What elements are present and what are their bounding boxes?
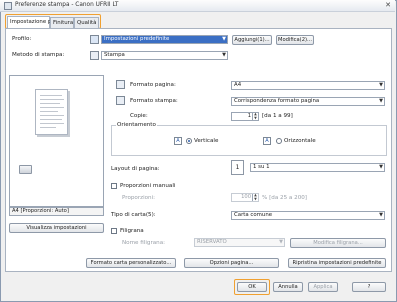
apply-button[interactable]: Applica (308, 282, 338, 292)
ok-highlight-frame (234, 279, 270, 295)
scaling-label: Proporzioni: (122, 195, 156, 201)
printer-app-icon (4, 2, 12, 10)
watermark-name-select[interactable]: RISERVATO ▼ (194, 238, 285, 247)
preview-text-line (40, 127, 56, 128)
chevron-down-icon: ▼ (379, 212, 383, 218)
copies-value: 1 (247, 113, 251, 119)
chevron-down-icon: ▼ (222, 36, 226, 42)
copies-stepper[interactable]: 1 ▲ ▼ (231, 112, 259, 121)
scaling-range: % [da 25 a 200] (262, 195, 307, 201)
output-method-select[interactable]: Stampa ▼ (101, 51, 228, 60)
printer-icon (19, 165, 32, 174)
custom-paper-size-button[interactable]: Formato carta personalizzato... (86, 258, 176, 268)
scaling-value: 100 (241, 194, 251, 200)
watermark-name-value: RISERVATO (197, 239, 227, 245)
page-layout-value: 1 su 1 (253, 164, 270, 170)
view-settings-button[interactable]: Visualizza impostazioni (9, 223, 104, 233)
stepper-arrows-icon[interactable]: ▲ ▼ (252, 112, 258, 120)
profile-select-value: Impostazioni predefinite (104, 36, 170, 42)
portrait-icon: A (174, 137, 182, 145)
landscape-radio[interactable] (276, 138, 282, 144)
preview-caption: A4 [Proporzioni: Auto] (9, 207, 104, 216)
window-title: Preferenze stampa - Canon UFRII LT (15, 2, 119, 8)
manual-scaling-label: Proporzioni manuali (120, 183, 176, 189)
manual-scaling-checkbox[interactable] (111, 183, 117, 189)
paper-type-label: Tipo di carta(5): (111, 212, 156, 218)
page-layout-select[interactable]: 1 su 1 ▼ (250, 163, 385, 172)
preview-text-line (40, 123, 64, 124)
paper-type-value: Carta comune (234, 212, 273, 218)
output-method-value: Stampa (104, 52, 125, 58)
chevron-down-icon: ▼ (379, 98, 383, 104)
print-icon (90, 51, 99, 60)
preview-text-line (40, 99, 64, 100)
profile-icon (90, 35, 99, 44)
landscape-icon: A (263, 137, 271, 145)
preview-text-line (40, 95, 62, 96)
page-size-select[interactable]: A4 ▼ (231, 81, 385, 90)
paper-type-select[interactable]: Carta comune ▼ (231, 211, 385, 220)
output-size-value: Corrispondenza formato pagina (234, 98, 320, 104)
page-layout-label: Layout di pagina: (111, 166, 160, 172)
chevron-down-icon: ▼ (379, 164, 383, 170)
preview-text-line (40, 115, 64, 116)
watermark-label: Filigrana (120, 228, 144, 234)
help-button[interactable]: ? (352, 282, 386, 292)
tabs-highlight-frame (5, 14, 101, 29)
preview-paper-image (35, 89, 68, 135)
watermark-name-label: Nome filigrana: (122, 240, 166, 246)
profile-label: Profilo: (12, 36, 32, 42)
orientation-group (111, 125, 387, 156)
orientation-label: Orientamento (116, 122, 157, 128)
chevron-down-icon: ▼ (279, 239, 283, 245)
portrait-radio[interactable] (186, 138, 192, 144)
page-options-button[interactable]: Opzioni pagina... (184, 258, 279, 268)
cancel-button[interactable]: Annulla (273, 282, 303, 292)
close-icon[interactable]: ✕ (383, 1, 393, 10)
preview-text-line (40, 119, 62, 120)
page-layout-icon: 1 (231, 160, 244, 175)
page-size-icon (116, 80, 125, 89)
scaling-stepper[interactable]: 100 ▲ ▼ (231, 193, 259, 202)
chevron-down-icon: ▼ (379, 82, 383, 88)
modify-profile-button[interactable]: Modifica(2)... (276, 35, 314, 45)
output-method-label: Metodo di stampa: (12, 52, 65, 58)
restore-defaults-button[interactable]: Ripristina impostazioni predefinite (288, 258, 386, 268)
landscape-label: Orizzontale (284, 138, 316, 144)
chevron-down-icon: ▼ (222, 52, 226, 58)
preview-text-line (40, 103, 60, 104)
preview-text-line (40, 111, 58, 112)
edit-watermark-button[interactable]: Modifica filigrana... (290, 238, 386, 248)
output-size-icon (116, 96, 125, 105)
output-size-select[interactable]: Corrispondenza formato pagina ▼ (231, 97, 385, 106)
copies-label: Copie: (130, 113, 148, 119)
profile-select[interactable]: Impostazioni predefinite ▼ (101, 35, 228, 44)
copies-range: [da 1 a 99] (262, 113, 293, 119)
stepper-arrows-icon[interactable]: ▲ ▼ (252, 193, 258, 201)
add-profile-button[interactable]: Aggiungi(1)... (232, 35, 272, 45)
preview-text-line (40, 107, 64, 108)
output-size-label: Formato stampa: (130, 98, 178, 104)
watermark-checkbox[interactable] (111, 228, 117, 234)
portrait-label: Verticale (194, 138, 219, 144)
page-size-label: Formato pagina: (130, 82, 176, 88)
page-size-value: A4 (234, 82, 242, 88)
